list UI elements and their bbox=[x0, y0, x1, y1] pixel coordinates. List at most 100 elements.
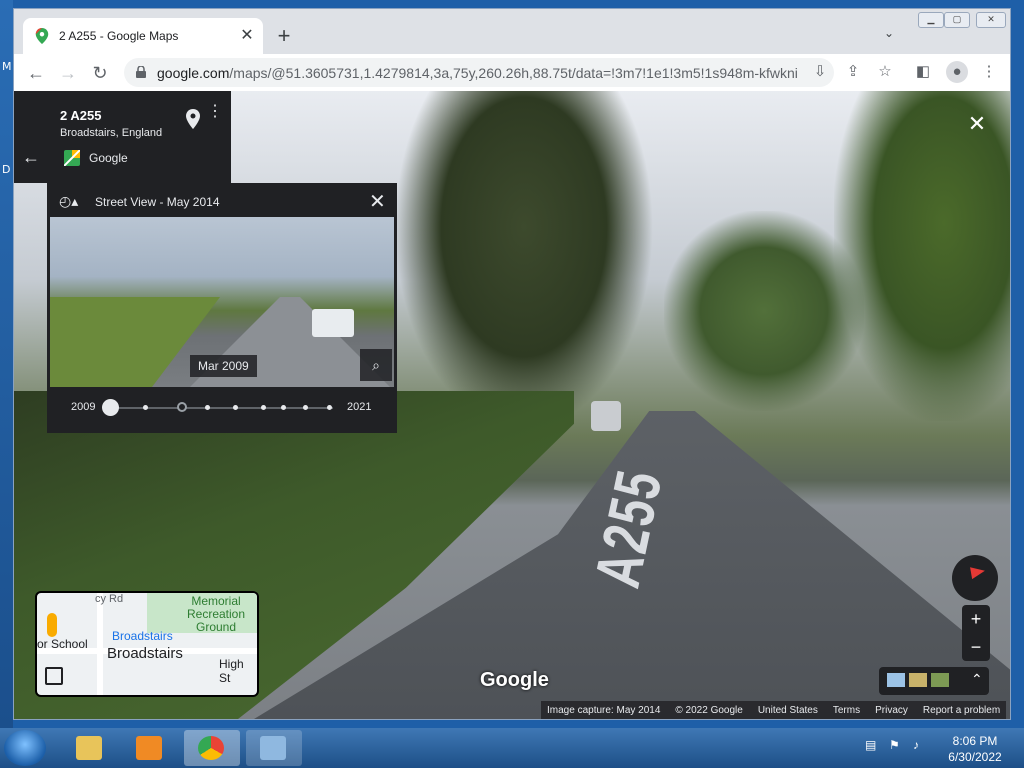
action-center-flag-icon[interactable]: ⚑ bbox=[889, 738, 903, 752]
zoom-magnifier-icon[interactable]: ⌕ bbox=[360, 349, 392, 381]
media-player-icon bbox=[136, 736, 162, 760]
thumbnail-truck bbox=[312, 309, 354, 337]
side-panel-icon[interactable]: ◧ bbox=[912, 61, 934, 83]
map-street-label: High St bbox=[219, 657, 244, 685]
mini-map[interactable]: cy Rd Memorial Recreation Ground or Scho… bbox=[35, 591, 259, 697]
timeline-slider-knob[interactable] bbox=[102, 399, 119, 416]
install-app-icon[interactable]: ⇩ bbox=[809, 61, 831, 83]
clock-time: 8:06 PM bbox=[952, 734, 998, 748]
url-text: google.com/maps/@51.3605731,1.4279814,3a… bbox=[157, 65, 797, 81]
start-button[interactable] bbox=[4, 730, 46, 766]
imagery-thumb-icon[interactable] bbox=[909, 673, 927, 687]
folder-icon bbox=[76, 736, 102, 760]
timeline-tick[interactable] bbox=[303, 405, 308, 410]
share-icon[interactable]: ⇪ bbox=[842, 61, 864, 83]
history-clock-icon[interactable]: ◴▴ bbox=[59, 193, 81, 209]
timeline-tick[interactable] bbox=[261, 405, 266, 410]
imagery-thumb-icon[interactable] bbox=[887, 673, 905, 687]
place-name: 2 A255 bbox=[60, 108, 102, 123]
reload-icon[interactable]: ↻ bbox=[87, 60, 113, 86]
zoom-out-button[interactable]: − bbox=[962, 633, 990, 661]
timeline-tick[interactable] bbox=[327, 405, 332, 410]
map-town-label: Broadstairs bbox=[107, 645, 183, 662]
network-icon[interactable]: ▤ bbox=[865, 738, 879, 752]
clock[interactable]: 8:06 PM 6/30/2022 bbox=[940, 733, 1010, 765]
bookmark-star-icon[interactable]: ☆ bbox=[874, 61, 896, 83]
van bbox=[591, 401, 621, 431]
timeline-thumbnail[interactable]: Mar 2009 ⌕ bbox=[50, 217, 394, 387]
control-panel-icon bbox=[260, 736, 286, 760]
new-tab-button[interactable]: + bbox=[272, 25, 296, 49]
timeline-current-marker[interactable] bbox=[177, 402, 187, 412]
pegman-icon bbox=[47, 613, 57, 637]
zoom-control: + − bbox=[962, 605, 990, 661]
tab-google-maps[interactable]: 2 A255 - Google Maps ✕ bbox=[23, 18, 263, 54]
maximize-button[interactable]: ▢ bbox=[944, 12, 970, 28]
exit-street-view-close-icon[interactable]: ✕ bbox=[964, 111, 990, 137]
provider-label: Google bbox=[89, 151, 128, 165]
copyright: © 2022 Google bbox=[675, 704, 743, 716]
time-travel-panel: ◴▴ Street View - May 2014 ✕ Mar 2009 ⌕ 2… bbox=[47, 183, 397, 433]
image-capture-date: Image capture: May 2014 bbox=[547, 704, 661, 716]
more-menu-icon[interactable]: ⋮ bbox=[978, 61, 1000, 83]
timeline-tick[interactable] bbox=[205, 405, 210, 410]
maps-pin-icon bbox=[35, 28, 49, 44]
layers-toggle[interactable]: ⌃ bbox=[879, 667, 989, 695]
back-arrow-icon[interactable]: ← bbox=[23, 60, 49, 86]
timeline-tick[interactable] bbox=[233, 405, 238, 410]
profile-avatar-icon[interactable]: ● bbox=[946, 61, 968, 83]
timeline-tick[interactable] bbox=[281, 405, 286, 410]
map-road-label: cy Rd bbox=[95, 593, 124, 605]
tab-strip: 2 A255 - Google Maps ✕ + ⌄ ▁ ▢ ✕ bbox=[14, 9, 1010, 54]
timeline-tick[interactable] bbox=[143, 405, 148, 410]
chrome-icon bbox=[198, 736, 224, 760]
system-tray: ▤ ⚑ ♪ bbox=[865, 738, 927, 752]
taskbar-explorer[interactable] bbox=[62, 730, 118, 766]
google-watermark: Google bbox=[480, 669, 549, 691]
taskbar-control-panel[interactable] bbox=[246, 730, 302, 766]
region-link[interactable]: United States bbox=[758, 705, 818, 716]
privacy-link[interactable]: Privacy bbox=[875, 705, 908, 716]
tab-search-chevron-icon[interactable]: ⌄ bbox=[884, 26, 894, 40]
compass-needle bbox=[970, 564, 986, 580]
map-school-label: or School bbox=[37, 637, 88, 651]
desktop-edge: M D bbox=[0, 0, 13, 728]
place-info-card: ← 2 A255 Broadstairs, England ⋮ Google bbox=[14, 91, 231, 183]
timeline-start-year: 2009 bbox=[71, 401, 96, 413]
compass-icon[interactable] bbox=[952, 555, 998, 601]
volume-icon[interactable]: ♪ bbox=[913, 738, 927, 752]
tab-title: 2 A255 - Google Maps bbox=[59, 29, 179, 43]
taskbar: ▤ ⚑ ♪ 8:06 PM 6/30/2022 bbox=[0, 728, 1024, 768]
taskbar-media-player[interactable] bbox=[122, 730, 178, 766]
zoom-in-button[interactable]: + bbox=[962, 605, 990, 633]
map-road bbox=[97, 593, 103, 695]
address-bar[interactable]: google.com/maps/@51.3605731,1.4279814,3a… bbox=[124, 58, 834, 87]
expand-map-icon[interactable] bbox=[45, 667, 63, 685]
report-problem-link[interactable]: Report a problem bbox=[923, 705, 1000, 716]
back-arrow-icon[interactable]: ← bbox=[22, 147, 40, 168]
browser-window: 2 A255 - Google Maps ✕ + ⌄ ▁ ▢ ✕ ← → ↻ g… bbox=[13, 8, 1011, 720]
tree-canopy bbox=[394, 91, 654, 431]
imagery-thumb-icon[interactable] bbox=[931, 673, 949, 687]
place-locality: Broadstairs, England bbox=[60, 127, 163, 139]
tree-canopy bbox=[834, 91, 1010, 421]
url-host: google.com bbox=[157, 65, 230, 81]
tab-close-icon[interactable]: ✕ bbox=[237, 26, 257, 46]
browser-toolbar: ← → ↻ google.com/maps/@51.3605731,1.4279… bbox=[14, 54, 1010, 92]
close-window-button[interactable]: ✕ bbox=[976, 12, 1006, 28]
street-view-canvas[interactable]: A255 ✕ ← 2 A255 Broadstairs, England ⋮ G… bbox=[14, 91, 1010, 719]
terms-link[interactable]: Terms bbox=[833, 705, 860, 716]
map-footer: Image capture: May 2014 © 2022 Google Un… bbox=[541, 701, 1007, 719]
desktop-icon-label: D bbox=[2, 163, 11, 176]
chevron-up-icon[interactable]: ⌃ bbox=[971, 671, 989, 687]
close-timeline-icon[interactable]: ✕ bbox=[369, 189, 386, 214]
google-maps-logo-icon bbox=[64, 150, 80, 166]
forward-arrow-icon[interactable]: → bbox=[55, 60, 81, 86]
more-options-icon[interactable]: ⋮ bbox=[207, 104, 223, 120]
minimize-button[interactable]: ▁ bbox=[918, 12, 944, 28]
map-park-label: Memorial Recreation Ground bbox=[186, 594, 246, 634]
location-pin-icon[interactable] bbox=[186, 109, 200, 129]
taskbar-chrome[interactable] bbox=[184, 730, 240, 766]
map-station-label: Broadstairs bbox=[112, 629, 173, 643]
url-path: /maps/@51.3605731,1.4279814,3a,75y,260.2… bbox=[229, 65, 797, 81]
